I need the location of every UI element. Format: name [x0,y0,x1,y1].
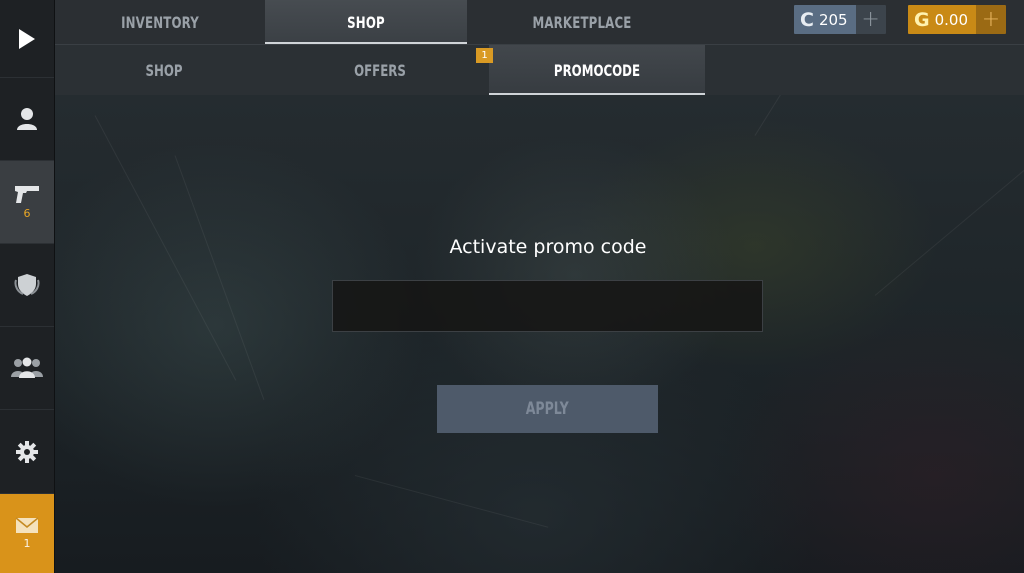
gold-coin-icon: G [914,8,930,31]
silver-currency: C 205 + [794,5,886,34]
profile-icon [17,108,37,130]
subtab-shop[interactable]: SHOP [75,45,254,95]
shop-sub-tab-bar: SHOP OFFERS PROMOCODE [55,44,1024,95]
main-tab-bar: INVENTORY SHOP MARKETPLACE C 205 + G 0.0… [55,0,1024,44]
background-art [55,0,1024,573]
friends-icon [11,357,43,378]
tab-inventory[interactable]: INVENTORY [77,0,243,44]
side-nav: 6 1 [0,0,55,573]
offers-badge: 1 [476,48,493,63]
gold-balance: G 0.00 [908,5,977,34]
clan-button[interactable] [0,244,54,327]
silver-coin-icon: C [800,8,814,31]
weapons-count: 6 [23,207,31,220]
profile-button[interactable] [0,78,54,161]
silver-amount: 205 [818,10,848,29]
subtab-offers[interactable]: OFFERS [291,45,470,95]
add-silver-button[interactable]: + [855,5,886,34]
subtab-promocode[interactable]: PROMOCODE [508,45,687,95]
mail-count: 1 [23,537,31,550]
friends-button[interactable] [0,327,54,410]
gold-currency: G 0.00 + [908,5,1007,34]
gold-amount: 0.00 [934,10,969,29]
silver-balance: C 205 [794,5,856,34]
promo-code-input[interactable] [332,280,763,332]
weapons-button[interactable]: 6 [0,161,54,244]
tab-marketplace[interactable]: MARKETPLACE [499,0,665,44]
add-gold-button[interactable]: + [976,5,1007,34]
apply-button[interactable]: APPLY [437,385,658,433]
play-icon [19,28,35,49]
shield-icon [14,274,40,296]
promo-title: Activate promo code [449,236,647,258]
play-button[interactable] [0,0,54,78]
tab-shop[interactable]: SHOP [283,0,449,44]
mail-icon [15,517,39,533]
settings-button[interactable] [0,410,54,494]
apply-label: APPLY [525,399,569,419]
pistol-icon [15,186,39,203]
gear-icon [16,440,38,463]
mail-button[interactable]: 1 [0,494,54,573]
